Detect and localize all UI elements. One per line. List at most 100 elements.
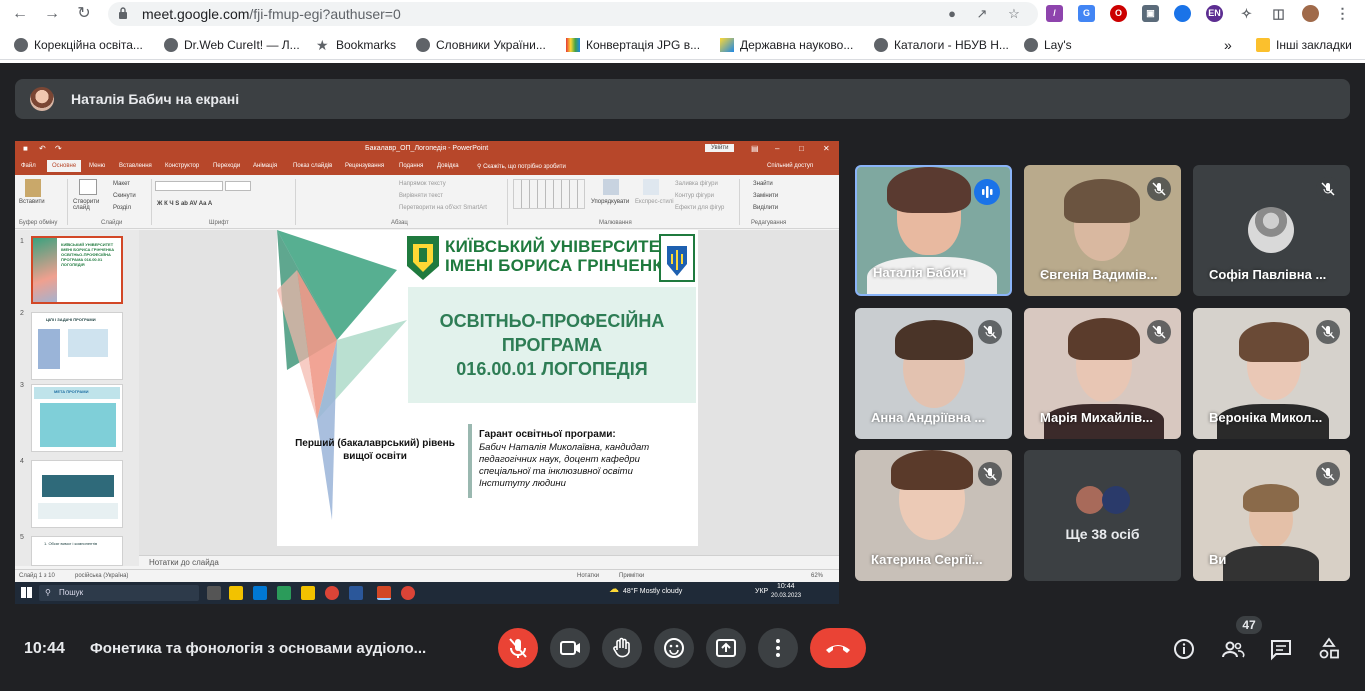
more-icon	[776, 639, 780, 657]
mic-off-icon	[509, 638, 527, 658]
puzzle-icon[interactable]: ✧	[1238, 5, 1255, 22]
participant-tile[interactable]: Вероніка Микол...	[1193, 308, 1350, 439]
present-button[interactable]	[706, 628, 746, 668]
store-icon	[277, 586, 291, 600]
participant-tile[interactable]: Євгенія Вадимів...	[1024, 165, 1181, 296]
avatar	[1102, 486, 1130, 514]
camera-icon[interactable]: ●	[944, 6, 960, 22]
replace-label: Замінити	[753, 193, 779, 199]
taskbar-date: 20.03.2023	[771, 593, 802, 599]
thumb-text: КИЇВСЬКИЙ УНІВЕРСИТЕТ ІМЕНІ БОРИСА ГРІНЧ…	[61, 242, 115, 267]
slide-thumbnail: 1. Обсяг вимог і компонентів	[31, 536, 123, 566]
meet-control-bar: 10:44 Фонетика та фонологія з основами а…	[0, 620, 1365, 691]
presenting-text: Наталія Бабич на екрані	[71, 91, 240, 107]
activities-icon[interactable]	[1317, 637, 1341, 661]
more-participants-tile[interactable]: Ще 38 осіб	[1024, 450, 1181, 581]
info-icon[interactable]	[1172, 637, 1196, 661]
other-bookmarks[interactable]: Інші закладки	[1256, 37, 1352, 53]
presenting-banner: Наталія Бабич на екрані	[15, 79, 1350, 119]
end-call-icon	[826, 645, 850, 653]
ppt-tab: Конструктор	[165, 163, 200, 169]
slide: КИЇВСЬКИЙ УНІВЕРСИТЕТ ІМЕНІ БОРИСА ГРІНЧ…	[277, 230, 698, 546]
bookmark-item[interactable]: Корекційна освіта...	[14, 37, 143, 53]
avatar	[30, 87, 54, 111]
share-icon[interactable]: ↗	[974, 6, 990, 22]
circle-extension-icon[interactable]	[1174, 5, 1191, 22]
reset-label: Скинути	[113, 193, 136, 199]
minimize-icon: –	[775, 144, 780, 153]
screen-share[interactable]: ■ ↶ ↷ Бакалавр_ОП_Логопедія - PowerPoint…	[15, 141, 839, 604]
end-call-button[interactable]	[810, 628, 866, 668]
bookmark-item[interactable]: Каталоги - НБУВ Н...	[874, 37, 1009, 53]
thumb-number: 3	[20, 382, 24, 389]
participant-tile[interactable]: Наталія Бабич	[855, 165, 1012, 296]
participant-tile[interactable]: Марія Михайлів...	[1024, 308, 1181, 439]
address-bar[interactable]: meet.google.com/fji-fmup-egi?authuser=0 …	[108, 2, 1038, 26]
bookmark-item[interactable]: Державна науково...	[720, 37, 853, 53]
chrome-icon	[401, 586, 415, 600]
bookmark-item[interactable]: ★ Bookmarks	[316, 37, 396, 53]
star-icon[interactable]: ☆	[1006, 6, 1022, 22]
sidebar-icon[interactable]: ◫	[1270, 5, 1287, 22]
participant-tile[interactable]: Софія Павлівна ...	[1193, 165, 1350, 296]
thumb-text: МЕТА ПРОГРАМИ	[54, 389, 89, 394]
url-text[interactable]: meet.google.com/fji-fmup-egi?authuser=0	[142, 6, 401, 22]
chat-icon[interactable]	[1269, 637, 1293, 661]
more-options-button[interactable]	[758, 628, 798, 668]
explorer-icon	[229, 586, 243, 600]
arrange-label: Упорядкувати	[591, 199, 630, 205]
screenshot-extension-icon[interactable]: ▣	[1142, 5, 1159, 22]
mic-off-icon	[1316, 320, 1340, 344]
flag-icon	[720, 38, 734, 52]
bookmark-item[interactable]: Словники України...	[416, 37, 546, 53]
avatar[interactable]	[1302, 5, 1319, 22]
hand-icon	[613, 637, 630, 658]
bookmark-item[interactable]: Dr.Web CureIt! — Л...	[164, 37, 300, 53]
arrange-icon	[603, 179, 619, 195]
bookmark-item[interactable]: Конвертація JPG в...	[566, 37, 700, 53]
globe-icon	[1024, 38, 1038, 52]
forward-icon[interactable]: →	[42, 4, 62, 24]
people-icon[interactable]	[1221, 637, 1245, 661]
align-text-label: Вирівняти текст	[399, 193, 443, 199]
translate-extension-icon[interactable]: G	[1078, 5, 1095, 22]
slide-canvas: КИЇВСЬКИЙ УНІВЕРСИТЕТ ІМЕНІ БОРИСА ГРІНЧ…	[139, 230, 839, 555]
profile-badge[interactable]: EN	[1206, 5, 1223, 22]
self-tile[interactable]: Ви	[1193, 450, 1350, 581]
globe-icon	[416, 38, 430, 52]
quick-styles-icon	[643, 179, 659, 195]
thumb-number: 1	[20, 238, 24, 245]
participant-tile[interactable]: Катерина Сергії...	[855, 450, 1012, 581]
more-bookmarks-button[interactable]: »	[1224, 37, 1232, 53]
camera-toggle-button[interactable]	[550, 628, 590, 668]
taskbar-search: ⚲ Пошук	[39, 585, 199, 601]
redo-icon: ↷	[55, 144, 62, 153]
participant-tile[interactable]: Анна Андріївна ...	[855, 308, 1012, 439]
ppt-tab: Довідка	[437, 163, 459, 169]
layout-label: Макет	[113, 181, 130, 187]
taskbar-time: 10:44	[777, 583, 795, 590]
ppt-ribbon: Вставити Створити слайд Макет Скинути Ро…	[15, 175, 839, 229]
lock-icon[interactable]	[118, 7, 128, 19]
taskview-icon	[207, 586, 221, 600]
back-icon[interactable]: ←	[10, 4, 30, 24]
globe-icon	[14, 38, 28, 52]
ppt-statusbar: Слайд 1 з 10 російська (Україна) Нотатки…	[15, 569, 839, 582]
emoji-button[interactable]	[654, 628, 694, 668]
new-slide-label: Створити слайд	[73, 199, 100, 211]
adblock-extension-icon[interactable]: O	[1110, 5, 1127, 22]
slide-count: Слайд 1 з 10	[19, 573, 55, 579]
windows-taskbar: ⚲ Пошук ☁ 48°F Mostly cloudy УКР 10:44 20…	[15, 582, 839, 604]
quick-styles-label: Експрес-стилі	[635, 199, 674, 205]
menu-icon[interactable]: ⋮	[1334, 5, 1351, 22]
pen-extension-icon[interactable]: /	[1046, 5, 1063, 22]
mic-toggle-button[interactable]	[498, 628, 538, 668]
word-icon	[349, 586, 363, 600]
reload-icon[interactable]: ↻	[74, 4, 94, 24]
raise-hand-button[interactable]	[602, 628, 642, 668]
mic-off-icon	[978, 320, 1002, 344]
ribbon-group-label: Редагування	[751, 220, 787, 226]
university-logo-icon	[407, 236, 439, 280]
bookmark-item[interactable]: Lay's	[1024, 37, 1072, 53]
powerpoint-icon	[377, 586, 391, 600]
